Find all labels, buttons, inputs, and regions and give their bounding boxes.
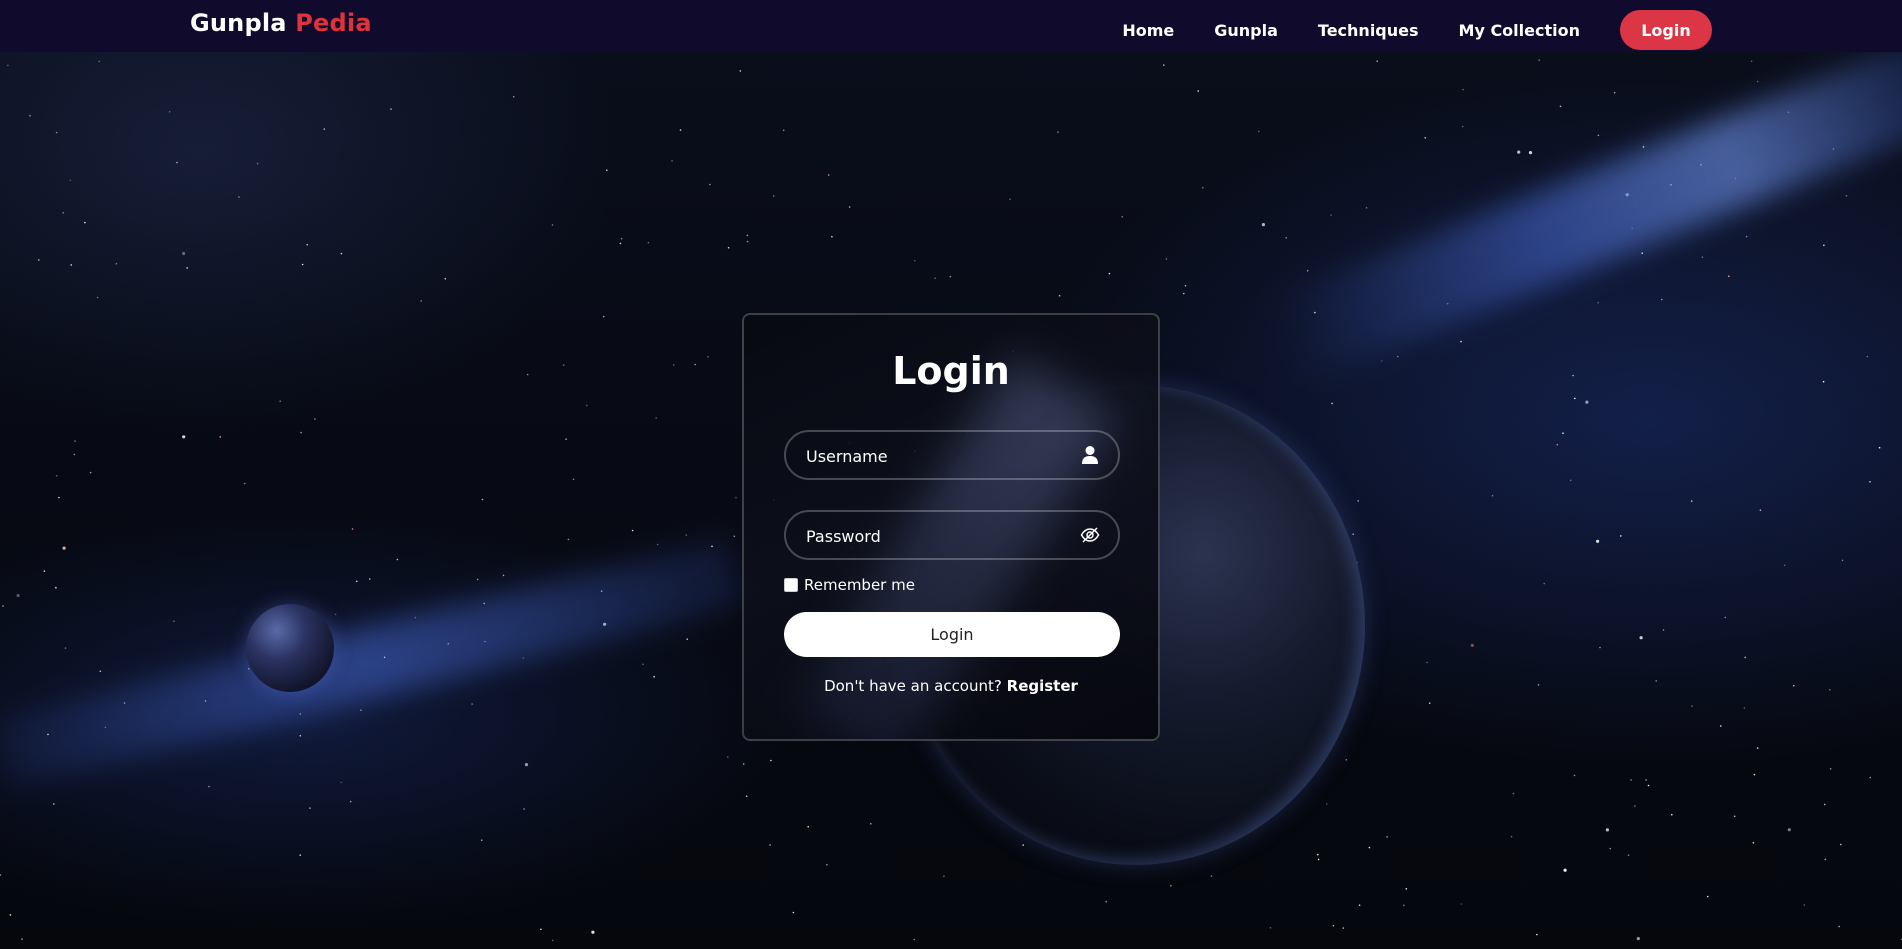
nav-link-gunpla[interactable]: Gunpla	[1214, 21, 1278, 40]
remember-checkbox[interactable]	[784, 578, 798, 592]
brand-accent: Pedia	[295, 9, 372, 37]
register-link[interactable]: Register	[1007, 677, 1078, 695]
password-input[interactable]	[804, 512, 1068, 560]
login-title: Login	[892, 349, 1010, 393]
eye-slash-icon[interactable]	[1080, 525, 1100, 545]
register-line: Don't have an account? Register	[744, 677, 1158, 695]
nav-links: Home Gunpla Techniques My Collection Log…	[1082, 10, 1712, 50]
nav-link-techniques[interactable]: Techniques	[1318, 21, 1419, 40]
navbar: Gunpla Pedia Home Gunpla Techniques My C…	[0, 0, 1902, 52]
password-field-wrapper	[784, 510, 1120, 560]
nav-login-button[interactable]: Login	[1620, 10, 1712, 50]
register-prompt: Don't have an account?	[824, 677, 1002, 695]
brand-logo[interactable]: Gunpla Pedia	[190, 9, 372, 37]
remember-label: Remember me	[804, 576, 915, 594]
nav-link-my-collection[interactable]: My Collection	[1459, 21, 1580, 40]
moon	[246, 604, 334, 692]
username-input[interactable]	[804, 432, 1068, 480]
user-icon	[1080, 445, 1100, 465]
login-submit-button[interactable]: Login	[784, 612, 1120, 657]
page: Gunpla Pedia Home Gunpla Techniques My C…	[0, 0, 1902, 949]
brand-main: Gunpla	[190, 9, 287, 37]
nav-link-home[interactable]: Home	[1122, 21, 1174, 40]
login-card: Login Remember me	[742, 313, 1160, 741]
remember-me: Remember me	[784, 576, 915, 594]
username-field-wrapper	[784, 430, 1120, 480]
